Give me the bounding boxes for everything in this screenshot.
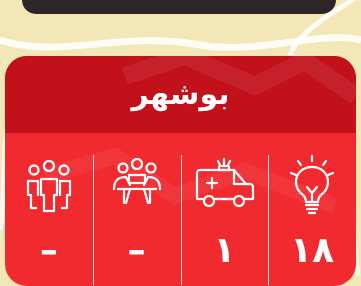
ambulance-icon (196, 157, 255, 208)
stat-value: ۱۸ (290, 230, 335, 271)
stat-ideas: ۱۸ (268, 133, 356, 286)
city-card[interactable]: بوشهر – – ۱ ۱۸ (5, 56, 356, 286)
stat-value: ۱ (213, 230, 236, 271)
previous-city-card[interactable] (22, 0, 336, 14)
stat-value: – (39, 230, 58, 271)
stat-ambulance: ۱ (180, 133, 269, 286)
stat-value: – (127, 230, 146, 271)
stat-meeting: – (92, 133, 181, 286)
lightbulb-icon (290, 154, 335, 215)
stats-row: – – ۱ ۱۸ (5, 133, 356, 286)
people-group-icon (26, 159, 71, 213)
meeting-group-icon (112, 157, 161, 205)
stat-people: – (5, 133, 93, 286)
city-title: بوشهر (131, 76, 230, 112)
